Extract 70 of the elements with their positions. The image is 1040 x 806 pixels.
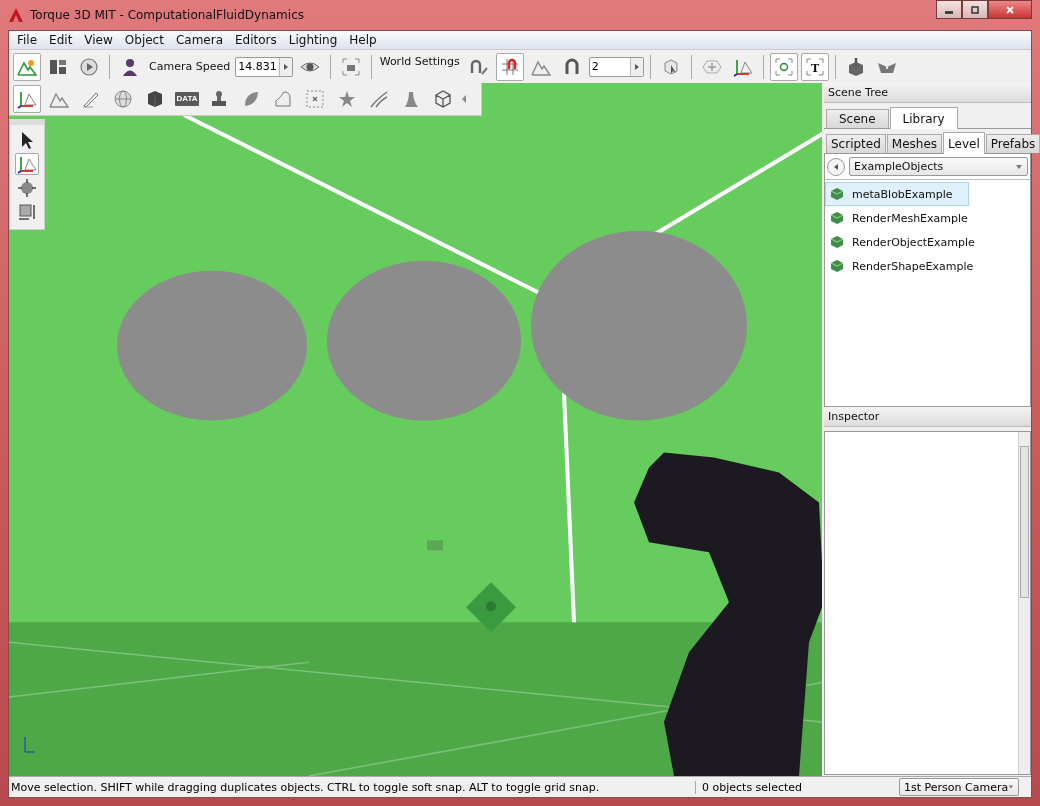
world-settings-label: World Settings	[379, 55, 460, 68]
stamp-icon	[209, 89, 229, 109]
panel-title: Inspector	[828, 410, 880, 423]
menu-item[interactable]: Editors	[229, 33, 283, 47]
right-arrow-icon	[283, 63, 288, 70]
list-item[interactable]: RenderMeshExample	[825, 206, 973, 230]
maximize-icon	[970, 4, 980, 15]
list-item[interactable]: RenderShapeExample	[825, 254, 979, 278]
back-button[interactable]	[827, 157, 845, 176]
person-icon	[120, 56, 140, 77]
caret-icon	[461, 93, 467, 105]
tab[interactable]: Scripted	[826, 134, 886, 153]
cube-icon	[830, 259, 844, 273]
caret-icon	[1015, 163, 1023, 170]
axes-mountain-icon	[17, 89, 37, 109]
status-message: Move selection. SHIFT while dragging duplicates objects. CTRL to toggle soft snap. ALT to toggle grid snap.	[9, 780, 696, 794]
maximize-button[interactable]	[962, 0, 988, 19]
camera-speed-label: Camera Speed	[149, 60, 231, 73]
menu-item[interactable]: Object	[118, 33, 170, 47]
caret-icon	[1008, 784, 1014, 790]
menu-item[interactable]: Lighting	[282, 33, 344, 47]
road-icon	[369, 89, 389, 109]
scroll-thumb[interactable]	[1020, 446, 1029, 598]
right-arrow-icon	[634, 63, 639, 70]
menu-item[interactable]: File	[11, 33, 44, 47]
camera-icon	[340, 56, 361, 77]
panel-title: Scene Tree	[828, 86, 888, 99]
app-logo-icon	[8, 7, 24, 23]
bracket-cross-icon	[305, 89, 325, 109]
tab[interactable]: Scene	[826, 109, 889, 128]
menu-item[interactable]: Help	[343, 33, 383, 47]
menu-item[interactable]: View	[78, 33, 119, 47]
minimize-icon	[945, 10, 953, 14]
rotate-icon	[17, 178, 37, 198]
letter-glyph: T	[810, 61, 819, 75]
cube-icon	[830, 211, 844, 225]
list-item[interactable]: RenderObjectExample	[825, 230, 980, 254]
scrollbar[interactable]	[1018, 432, 1030, 774]
camera-speed-field[interactable]: 14.831	[235, 56, 293, 77]
ramp-icon	[273, 89, 293, 109]
close-button[interactable]	[988, 0, 1032, 19]
cube-icon	[830, 187, 844, 201]
tab[interactable]: Library	[889, 107, 958, 129]
grid-magnet-icon	[499, 56, 520, 77]
cube-icon	[145, 89, 165, 109]
menu-item[interactable]: Camera	[169, 33, 229, 47]
data-tag: DATA	[175, 92, 199, 106]
back-arrow-icon	[832, 162, 840, 171]
cube-outline-icon	[433, 89, 453, 109]
window-title: Torque 3D MIT - ComputationalFluidDynamics	[30, 8, 305, 22]
tab[interactable]: Prefabs	[985, 134, 1040, 153]
play-icon	[79, 56, 99, 77]
camera-dropdown[interactable]: 1st Person Camera	[899, 778, 1019, 796]
tab[interactable]: Level	[943, 132, 985, 154]
tool-button[interactable]: T	[800, 52, 829, 81]
tool-button[interactable]: DATA	[173, 85, 201, 113]
star-icon	[337, 89, 357, 109]
tab[interactable]: Meshes	[886, 134, 943, 153]
selection-count: 0 objects selected	[701, 780, 804, 794]
menu-item[interactable]: Edit	[43, 33, 79, 47]
cube-icon	[830, 235, 844, 249]
globe-icon	[113, 89, 133, 109]
scale-icon	[17, 202, 37, 222]
close-icon	[1005, 4, 1015, 15]
list-item[interactable]: metaBlobExample	[825, 182, 969, 206]
snap-value-field[interactable]: 2	[588, 56, 644, 77]
folder-dropdown[interactable]: ExampleObjects	[849, 157, 1028, 176]
axes-mountain-icon	[17, 154, 37, 174]
minimize-button[interactable]	[936, 0, 962, 19]
bracket-sphere-icon	[773, 56, 794, 77]
